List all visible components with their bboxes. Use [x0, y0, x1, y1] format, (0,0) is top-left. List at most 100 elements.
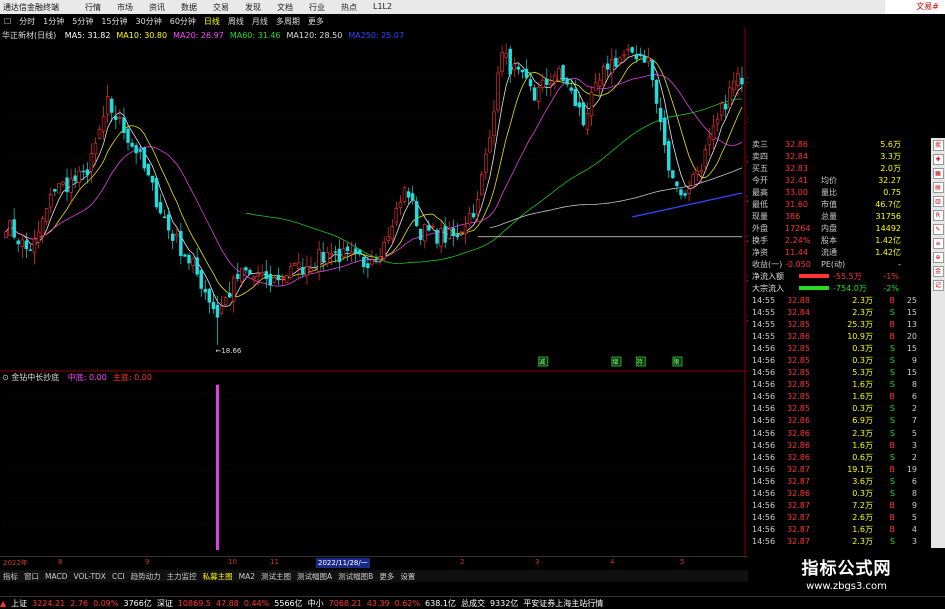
index-item-9: 5566亿: [274, 598, 303, 608]
indicator-tab-13[interactable]: 设置: [397, 571, 418, 582]
period-6[interactable]: 日线: [200, 16, 224, 27]
period-0[interactable]: 分时: [15, 16, 39, 27]
candle-177: [723, 94, 728, 119]
layout-icon[interactable]: ☐: [0, 17, 15, 26]
quote-cell-0-3: 5.6万: [880, 139, 901, 149]
period-2[interactable]: 5分钟: [68, 16, 97, 27]
quote-cell-6-3: 31756: [875, 211, 901, 221]
menu-item-0[interactable]: 行情: [77, 2, 109, 13]
event-marker-2[interactable]: 持: [635, 356, 646, 367]
tick-row-14: 14:56 32.87 19.1万 B 19: [749, 463, 931, 475]
quote-cell-8-1: 2.24%: [785, 235, 811, 245]
indicator-tab-8[interactable]: MA2: [236, 572, 258, 581]
menu-item-8[interactable]: 热点: [333, 2, 365, 13]
index-item-5[interactable]: 深证: [157, 598, 173, 609]
app-title: 通达信金融终端: [3, 2, 59, 12]
candle-47: [195, 248, 199, 278]
stock-name[interactable]: 华正新材(日线): [2, 31, 56, 40]
indicator-tab-10[interactable]: 测试幅图A: [294, 571, 335, 582]
period-7[interactable]: 周线: [224, 16, 248, 27]
indicator-tab-0[interactable]: 指标: [0, 571, 21, 582]
flow-pct-0: -1%: [883, 271, 899, 281]
tool-cross-icon[interactable]: ✚: [932, 154, 944, 165]
candle-18: [77, 166, 81, 189]
tick-count-20: 3: [911, 537, 917, 547]
tick-row-10: 14:56 32.86 6.9万 S 7: [749, 415, 931, 427]
kline-chart-svg[interactable]: 20.00 22.00 24.00 26.00 28.00 30.00 32.00 ←18.6…: [0, 28, 748, 370]
menu-item-5[interactable]: 发现: [237, 2, 269, 13]
tool-sell-icon[interactable]: 卖: [932, 140, 944, 151]
tool-note-icon[interactable]: 记: [932, 280, 944, 291]
tool-list-icon[interactable]: ≡: [932, 238, 944, 249]
candle-137: [561, 64, 565, 84]
candle-57: [236, 262, 240, 282]
candle-25: [105, 84, 110, 124]
menu-item-9[interactable]: L1L2: [365, 2, 400, 13]
title-right-label[interactable]: 文易#: [885, 0, 945, 14]
tick-side-10: S: [889, 416, 895, 426]
tool-grid-icon[interactable]: ▤: [932, 182, 944, 193]
candle-122: [500, 45, 504, 77]
indicator-tab-3[interactable]: VOL-TDX: [70, 572, 108, 581]
tool-chart-icon[interactable]: ▥: [932, 196, 944, 207]
tick-price-20: 32.87: [787, 537, 810, 547]
menu-item-2[interactable]: 资讯: [141, 2, 173, 13]
candle-15: [65, 168, 69, 201]
tick-time-19: 14:56: [752, 525, 776, 535]
index-item-10[interactable]: 中小: [308, 598, 324, 609]
candle-37: [154, 176, 159, 210]
quote-cell-6-0: 现量: [752, 211, 768, 221]
ma-legend: 华正新材(日线) MA5: 31.82 MA10: 30.80 MA20: 26.9…: [2, 30, 416, 42]
candle-160: [654, 78, 659, 114]
tool-rsi-icon[interactable]: R: [932, 210, 944, 221]
indicator-chart-svg[interactable]: 0.501.001.502.002.503.00: [0, 370, 748, 556]
tool-fund-icon[interactable]: 金: [932, 266, 944, 277]
menu-item-7[interactable]: 行业: [301, 2, 333, 13]
menu-item-1[interactable]: 市场: [109, 2, 141, 13]
indicator-tab-7[interactable]: 私募主图: [200, 571, 236, 582]
flow-value-0: -55.5万: [833, 271, 862, 281]
indicator-chart[interactable]: 0.501.001.502.002.503.00: [0, 370, 748, 556]
tool-detail-icon[interactable]: ▦: [932, 168, 944, 179]
period-5[interactable]: 60分钟: [166, 16, 200, 27]
tick-volume-2: 25.3万: [847, 319, 873, 329]
indicator-tab-9[interactable]: 测试主图: [258, 571, 294, 582]
indicator-name[interactable]: 金钻中长抄底: [11, 373, 59, 382]
menu-item-4[interactable]: 交易: [205, 2, 237, 13]
event-marker-3[interactable]: 限: [672, 356, 683, 367]
tick-side-5: S: [889, 356, 895, 366]
candle-118: [484, 147, 488, 180]
menu-item-3[interactable]: 数据: [173, 2, 205, 13]
candle-126: [516, 64, 521, 75]
period-1[interactable]: 1分钟: [39, 16, 68, 27]
indicator-tab-1[interactable]: 窗口: [21, 571, 42, 582]
candle-136: [557, 65, 561, 81]
tick-side-7: S: [889, 380, 895, 390]
event-marker-0[interactable]: 减: [538, 356, 549, 367]
candle-96: [394, 201, 399, 226]
tick-price-7: 32.85: [787, 380, 810, 390]
index-item-7: 47.88: [215, 598, 239, 608]
indicator-tab-2[interactable]: MACD: [42, 572, 70, 581]
indicator-tab-11[interactable]: 测试幅图B: [335, 571, 376, 582]
period-3[interactable]: 15分钟: [97, 16, 131, 27]
period-4[interactable]: 30分钟: [132, 16, 166, 27]
period-9[interactable]: 多周期: [272, 16, 304, 27]
indicator-tab-12[interactable]: 更多: [376, 571, 397, 582]
tick-count-12: 3: [911, 440, 917, 450]
period-10[interactable]: 更多: [304, 16, 328, 27]
index-item-0[interactable]: 上证: [11, 598, 27, 609]
period-8[interactable]: 月线: [248, 16, 272, 27]
kline-chart[interactable]: 20.00 22.00 24.00 26.00 28.00 30.00 32.00 ←18.6…: [0, 28, 748, 370]
tool-zoom-icon[interactable]: ⊕: [932, 252, 944, 263]
tick-price-10: 32.86: [787, 416, 810, 426]
menu-item-6[interactable]: 文档: [269, 2, 301, 13]
indicator-tab-6[interactable]: 主力监控: [164, 571, 200, 582]
flow-bar-0: [799, 274, 829, 278]
event-marker-1[interactable]: 增: [611, 356, 622, 367]
indicator-tab-4[interactable]: CCI: [109, 572, 128, 581]
candle-148: [606, 55, 610, 77]
tool-draw-icon[interactable]: ✎: [932, 224, 944, 235]
indicator-tab-5[interactable]: 趋势动力: [128, 571, 164, 582]
quote-cell-7-3: 14492: [875, 223, 901, 233]
